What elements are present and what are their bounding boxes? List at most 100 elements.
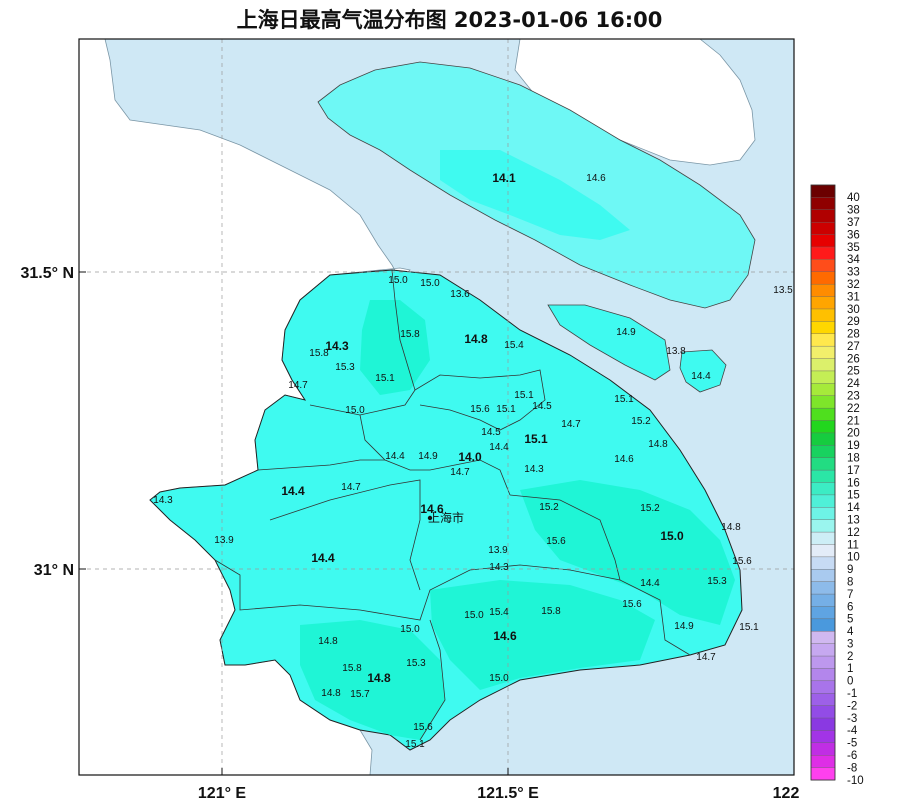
district-value-urban: 14.0 <box>458 450 482 464</box>
station-value: 13.5 <box>773 285 793 296</box>
legend-swatch <box>810 705 836 719</box>
legend-swatch <box>810 383 836 397</box>
legend-swatch <box>810 395 836 409</box>
station-value: 15.0 <box>464 610 484 621</box>
legend-swatch <box>810 445 836 459</box>
station-value: 15.0 <box>345 405 365 416</box>
legend-swatch <box>810 680 836 694</box>
station-value: 15.1 <box>405 739 425 750</box>
station-value: 15.6 <box>413 722 433 733</box>
legend-swatch <box>810 519 836 533</box>
legend-label: -2 <box>847 700 857 712</box>
district-value-nanhui: 15.0 <box>660 529 684 543</box>
legend-swatch <box>810 494 836 508</box>
legend-label: 20 <box>847 428 860 440</box>
station-value: 15.2 <box>631 416 651 427</box>
station-value: 13.6 <box>450 289 470 300</box>
legend-swatch <box>810 531 836 545</box>
legend-label: 32 <box>847 279 860 291</box>
legend-label: 14 <box>847 502 860 514</box>
legend-swatch <box>810 209 836 223</box>
legend-label: 3 <box>847 638 853 650</box>
station-value: 15.0 <box>400 624 420 635</box>
legend-label: 38 <box>847 205 860 217</box>
legend-label: 16 <box>847 477 860 489</box>
district-value-minhang: 14.6 <box>420 502 444 516</box>
legend-swatch <box>810 618 836 632</box>
legend-label: 21 <box>847 415 860 427</box>
district-value-pudong: 15.1 <box>524 432 548 446</box>
legend-swatch <box>810 767 836 781</box>
station-value: 14.4 <box>489 442 509 453</box>
legend-swatch <box>810 221 836 236</box>
legend-swatch <box>810 457 836 471</box>
station-value: 14.7 <box>696 652 716 663</box>
station-value: 14.3 <box>524 464 544 475</box>
legend-label: 18 <box>847 453 860 465</box>
legend-swatch <box>810 184 836 198</box>
legend-label: 34 <box>847 254 860 266</box>
legend-label: -3 <box>847 713 857 725</box>
station-value: 15.2 <box>539 502 559 513</box>
legend-swatch <box>810 432 836 446</box>
legend-label: 30 <box>847 304 860 316</box>
color-legend: 4038373635343332313029282726252423222120… <box>810 184 864 787</box>
legend-swatch <box>810 345 836 360</box>
station-value: 15.3 <box>707 576 727 587</box>
legend-swatch <box>810 296 836 310</box>
legend-swatch <box>810 271 836 285</box>
station-value: 15.4 <box>504 340 524 351</box>
station-value: 15.4 <box>489 607 509 618</box>
legend-swatch <box>810 742 836 756</box>
legend-swatch <box>810 631 836 645</box>
legend-label: -8 <box>847 762 857 774</box>
station-value: 15.6 <box>546 536 566 547</box>
legend-swatch <box>810 556 836 570</box>
legend-swatch <box>810 308 836 322</box>
legend-swatch <box>810 730 836 744</box>
temperature-map: 31.5° N 31° N 121° E 121.5° E 122 上海市 14… <box>20 38 864 802</box>
station-value: 14.4 <box>640 578 660 589</box>
station-value: 14.9 <box>674 621 694 632</box>
legend-label: 29 <box>847 316 860 328</box>
legend-swatch <box>810 259 836 273</box>
station-value: 15.0 <box>489 673 509 684</box>
legend-swatch <box>810 246 836 260</box>
lat-label-31: 31° N <box>34 562 74 579</box>
lon-label-121: 121° E <box>198 785 247 802</box>
lat-label-31-5: 31.5° N <box>20 265 74 282</box>
station-value: 15.0 <box>388 275 408 286</box>
legend-label: 17 <box>847 465 860 477</box>
legend-label: 31 <box>847 291 860 303</box>
station-value: 15.1 <box>375 373 395 384</box>
legend-label: 11 <box>847 539 859 551</box>
legend-label: 5 <box>847 614 853 626</box>
station-value: 15.1 <box>739 622 759 633</box>
legend-label: 4 <box>847 626 854 638</box>
station-value: 15.3 <box>406 658 426 669</box>
legend-swatch <box>810 668 836 682</box>
station-value: 14.4 <box>385 451 405 462</box>
station-value: 14.8 <box>321 688 341 699</box>
legend-swatch <box>810 507 836 521</box>
station-value: 14.7 <box>561 419 581 430</box>
lon-label-121-5: 121.5° E <box>477 785 539 802</box>
station-value: 14.7 <box>450 467 470 478</box>
legend-label: -5 <box>847 738 857 750</box>
station-value: 15.0 <box>420 278 440 289</box>
station-value: 15.6 <box>732 556 752 567</box>
legend-label: 9 <box>847 564 853 576</box>
station-value: 15.6 <box>622 599 642 610</box>
station-value: 15.8 <box>400 329 420 340</box>
legend-label: 19 <box>847 440 860 452</box>
station-value: 14.9 <box>418 451 438 462</box>
station-value: 14.4 <box>691 371 711 382</box>
legend-label: 36 <box>847 229 860 241</box>
legend-swatch <box>810 643 836 657</box>
station-value: 14.8 <box>721 522 741 533</box>
station-value: 14.3 <box>153 495 173 506</box>
station-value: 15.2 <box>640 503 660 514</box>
legend-label: 37 <box>847 217 860 229</box>
legend-label: -6 <box>847 750 857 762</box>
legend-swatch <box>810 321 836 335</box>
